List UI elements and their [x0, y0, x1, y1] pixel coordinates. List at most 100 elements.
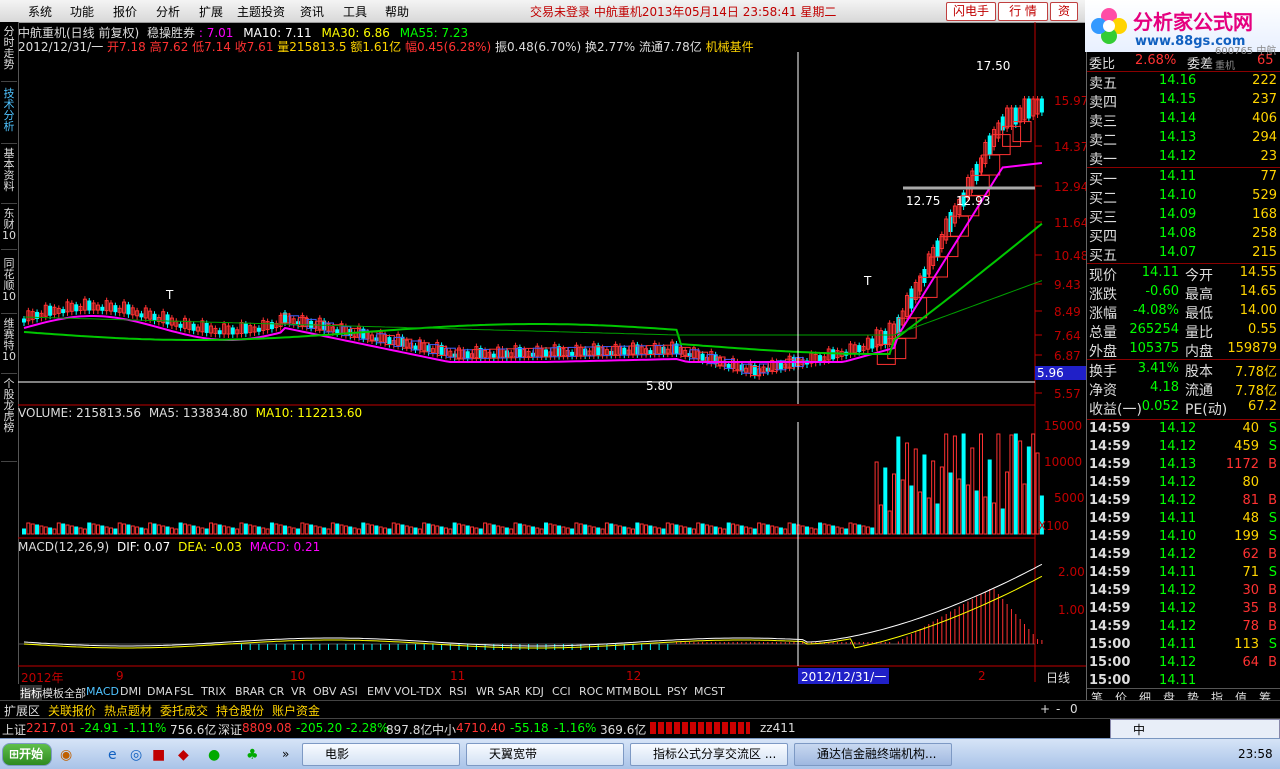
indicator-tab[interactable]: MACD — [86, 685, 119, 698]
menu-tools[interactable]: 工具 — [343, 3, 367, 20]
ext-tab-orders[interactable]: 委托成交 — [160, 702, 208, 719]
indicator-tab[interactable]: VOL-TDX — [394, 685, 442, 698]
fund-row[interactable]: 换手 3.41% 股本 7.78亿 — [1087, 360, 1280, 380]
quote-row[interactable]: 涨跌 -0.60 最高 14.65 — [1087, 283, 1280, 303]
task-forum[interactable]: 指标公式分享交流区 ... — [630, 743, 788, 766]
more-icon[interactable]: » — [282, 747, 289, 761]
task-movie[interactable]: 电影 — [302, 743, 460, 766]
indicator-tab[interactable]: MCST — [694, 685, 725, 698]
chart-canvas[interactable] — [18, 22, 1086, 690]
chart-area[interactable]: 中航重机(日线 前复权) 稳操胜券 : 7.01 MA10: 7.11 MA30… — [18, 22, 1088, 690]
indicator-tab[interactable]: FSL — [174, 685, 193, 698]
app3-icon[interactable]: ● — [208, 747, 220, 763]
sector-link[interactable]: 机械基件 — [706, 40, 754, 54]
sells-volume: 222 — [1252, 73, 1277, 88]
buys-price: 14.10 — [1159, 188, 1197, 203]
tick-price: 14.12 — [1159, 493, 1197, 508]
menu-help[interactable]: 帮助 — [385, 3, 409, 20]
sells-row[interactable]: 卖三 14.14 406 — [1087, 110, 1280, 130]
menu-news[interactable]: 资讯 — [300, 3, 324, 20]
volume-bar — [139, 527, 144, 535]
indicator-tab[interactable]: SAR — [498, 685, 520, 698]
volume-bar — [78, 527, 83, 535]
buys-row[interactable]: 买三 14.09 168 — [1087, 206, 1280, 226]
buys-row[interactable]: 买一 14.11 77 — [1087, 168, 1280, 188]
sells-label: 卖五 — [1089, 76, 1117, 92]
indicator-tab[interactable]: DMI — [120, 685, 141, 698]
tab-dragon-tiger[interactable]: 个股龙虎榜 — [1, 378, 17, 462]
buys-row[interactable]: 买二 14.10 529 — [1087, 187, 1280, 207]
indicator-tab[interactable]: OBV — [313, 685, 336, 698]
tab-weisaite[interactable]: 维赛特10 — [1, 318, 17, 374]
indicator-tab[interactable]: EMV — [367, 685, 391, 698]
app4-icon[interactable]: ♣ — [246, 747, 259, 763]
indicator-tab[interactable]: MTM — [606, 685, 632, 698]
tab-fundamentals[interactable]: 基本资料 — [1, 148, 17, 204]
pane-add-button[interactable]: + — [1040, 702, 1050, 716]
quote-row[interactable]: 外盘 105375 内盘 159879 — [1087, 340, 1280, 360]
candle-body — [74, 304, 79, 312]
menu-extend[interactable]: 扩展 — [199, 3, 223, 20]
indicator-tab[interactable]: 全部 — [64, 685, 86, 701]
quicklaunch-icon[interactable]: ◉ — [60, 747, 72, 763]
quote-row[interactable]: 涨幅 -4.08% 最低 14.00 — [1087, 302, 1280, 322]
tab-tonghuashun[interactable]: 同花顺10 — [1, 258, 17, 314]
app-icon[interactable]: ■ — [152, 747, 165, 763]
indicator-tab[interactable]: VR — [291, 685, 306, 698]
fund-row[interactable]: 收益(一) 0.052 PE(动) 67.2 — [1087, 398, 1280, 418]
indicator-tab[interactable]: WR — [476, 685, 495, 698]
indicator-tab[interactable]: 模板 — [42, 685, 64, 701]
indicator-tab[interactable]: PSY — [667, 685, 687, 698]
sells-row[interactable]: 卖二 14.13 294 — [1087, 129, 1280, 149]
menu-function[interactable]: 功能 — [70, 3, 94, 20]
indicator-tab[interactable]: RSI — [449, 685, 467, 698]
menu-system[interactable]: 系统 — [28, 3, 52, 20]
menu-quote[interactable]: 报价 — [113, 3, 137, 20]
menu-theme[interactable]: 主题投资 — [237, 3, 285, 20]
tab-technical[interactable]: 技术分析 — [1, 88, 17, 144]
start-button[interactable]: ⊞开始 — [2, 743, 52, 766]
indicator-tab[interactable]: ASI — [340, 685, 358, 698]
indicator-tab[interactable]: ROC — [579, 685, 603, 698]
tab-eastmoney[interactable]: 东财10 — [1, 208, 17, 250]
indicator-tab[interactable]: BRAR — [235, 685, 265, 698]
tick-volume: 81 — [1242, 493, 1259, 508]
tab-intraday[interactable]: 分时走势 — [1, 26, 17, 82]
pane-zero-button[interactable]: 0 — [1070, 702, 1078, 716]
browser-icon[interactable]: ◎ — [130, 747, 142, 763]
quote-row[interactable]: 现价 14.11 今开 14.55 — [1087, 264, 1280, 284]
indicator-tab[interactable]: BOLL — [633, 685, 661, 698]
indicator-tab[interactable]: CCI — [552, 685, 571, 698]
app2-icon[interactable]: ◆ — [178, 747, 189, 763]
ext-tab-hot[interactable]: 热点题材 — [104, 702, 152, 719]
indicator-tab[interactable]: TRIX — [201, 685, 226, 698]
sells-row[interactable]: 卖五 14.16 222 — [1087, 72, 1280, 92]
market-button[interactable]: 行 情 — [998, 2, 1048, 21]
quote-row[interactable]: 总量 265254 量比 0.55 — [1087, 321, 1280, 341]
ext-tab-area[interactable]: 扩展区 — [4, 702, 40, 719]
pane-remove-button[interactable]: - — [1056, 702, 1060, 716]
volume-bar — [831, 525, 836, 535]
menu-analysis[interactable]: 分析 — [156, 3, 180, 20]
indicator-tab[interactable]: 指标 — [20, 685, 42, 701]
ie-icon[interactable]: e — [108, 747, 117, 763]
volume-bar — [61, 523, 66, 535]
buys-row[interactable]: 买五 14.07 215 — [1087, 244, 1280, 264]
indicator-tab[interactable]: CR — [269, 685, 284, 698]
volume-bar — [339, 524, 344, 535]
sells-row[interactable]: 卖四 14.15 237 — [1087, 91, 1280, 111]
ext-tab-funds[interactable]: 账户资金 — [272, 702, 320, 719]
news-button[interactable]: 资 — [1050, 2, 1078, 21]
task-broadband[interactable]: 天翼宽带 — [466, 743, 624, 766]
ext-tab-related[interactable]: 关联报价 — [48, 702, 96, 719]
task-tdx[interactable]: 通达信金融终端机构... — [794, 743, 952, 766]
fund-row[interactable]: 净资 4.18 流通 7.78亿 — [1087, 379, 1280, 399]
buys-row[interactable]: 买四 14.08 258 — [1087, 225, 1280, 245]
ext-tab-positions[interactable]: 持仓股份 — [216, 702, 264, 719]
flash-trade-button[interactable]: 闪电手 — [946, 2, 996, 21]
indicator-tab[interactable]: DMA — [147, 685, 173, 698]
ime-toolbar[interactable]: 中 — [1110, 719, 1280, 739]
tick-row: 14:59 14.12 78 B — [1087, 618, 1280, 636]
sells-row[interactable]: 卖一 14.12 23 — [1087, 148, 1280, 168]
indicator-tab[interactable]: KDJ — [525, 685, 544, 698]
